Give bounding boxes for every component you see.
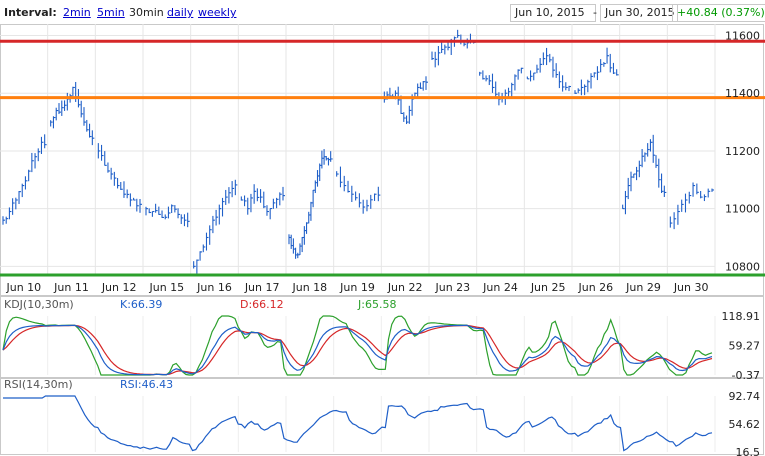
x-tick-label: Jun 17 [244, 281, 280, 294]
y-tick-label: 11400 [725, 87, 760, 100]
x-tick-label: Jun 16 [196, 281, 232, 294]
kdj-legend-1: D:66.12 [240, 298, 284, 311]
y-tick-label: 11600 [725, 30, 760, 43]
price-bars [2, 29, 714, 274]
kdj-y-tick: 118.91 [722, 310, 761, 323]
y-tick-label: 11000 [725, 203, 760, 216]
x-tick-label: Jun 23 [434, 281, 470, 294]
kdj-y-tick: -0.37 [732, 369, 760, 382]
chart-grid [0, 24, 716, 452]
x-tick-label: Jun 25 [530, 281, 566, 294]
horizontal-levels [0, 39, 765, 277]
rsi-y-tick: 54.62 [729, 418, 761, 431]
x-tick-label: Jun 29 [625, 281, 661, 294]
stock-chart: Jun 10 Jun 11 Jun 12 Jun 15 Jun 16 Jun 17 Jun … [0, 24, 765, 456]
rsi-y-tick: 92.74 [729, 390, 761, 403]
kdj-legend-2: J:65.58 [357, 298, 396, 311]
rsi-line [3, 395, 713, 452]
kdj-lines [2, 315, 713, 376]
kdj-title: KDJ(10,30m) [4, 298, 74, 311]
rsi-line [3, 395, 713, 452]
rsi-legend: RSI:46.43 [120, 378, 173, 391]
rsi-y-tick: 16.5 [736, 446, 761, 456]
y-tick-label: 10800 [725, 260, 760, 273]
price-panel-frame [0, 24, 764, 296]
x-tick-label: Jun 30 [673, 281, 709, 294]
rsi-panel-frame [0, 378, 764, 455]
x-tick-label: Jun 19 [339, 281, 375, 294]
x-tick-label: Jun 12 [101, 281, 137, 294]
y-tick-label: 11200 [725, 145, 760, 158]
kdj-legend-0: K:66.39 [120, 298, 162, 311]
x-tick-label: Jun 18 [291, 281, 327, 294]
x-tick-label: Jun 24 [482, 281, 518, 294]
x-tick-label: Jun 15 [148, 281, 184, 294]
chart-frames [0, 24, 765, 455]
x-tick-label: Jun 26 [577, 281, 613, 294]
x-tick-label: Jun 10 [5, 281, 41, 294]
x-tick-label: Jun 22 [387, 281, 423, 294]
rsi-title: RSI(14,30m) [4, 378, 73, 391]
kdj-y-tick: 59.27 [729, 340, 761, 353]
x-tick-label: Jun 11 [53, 281, 89, 294]
